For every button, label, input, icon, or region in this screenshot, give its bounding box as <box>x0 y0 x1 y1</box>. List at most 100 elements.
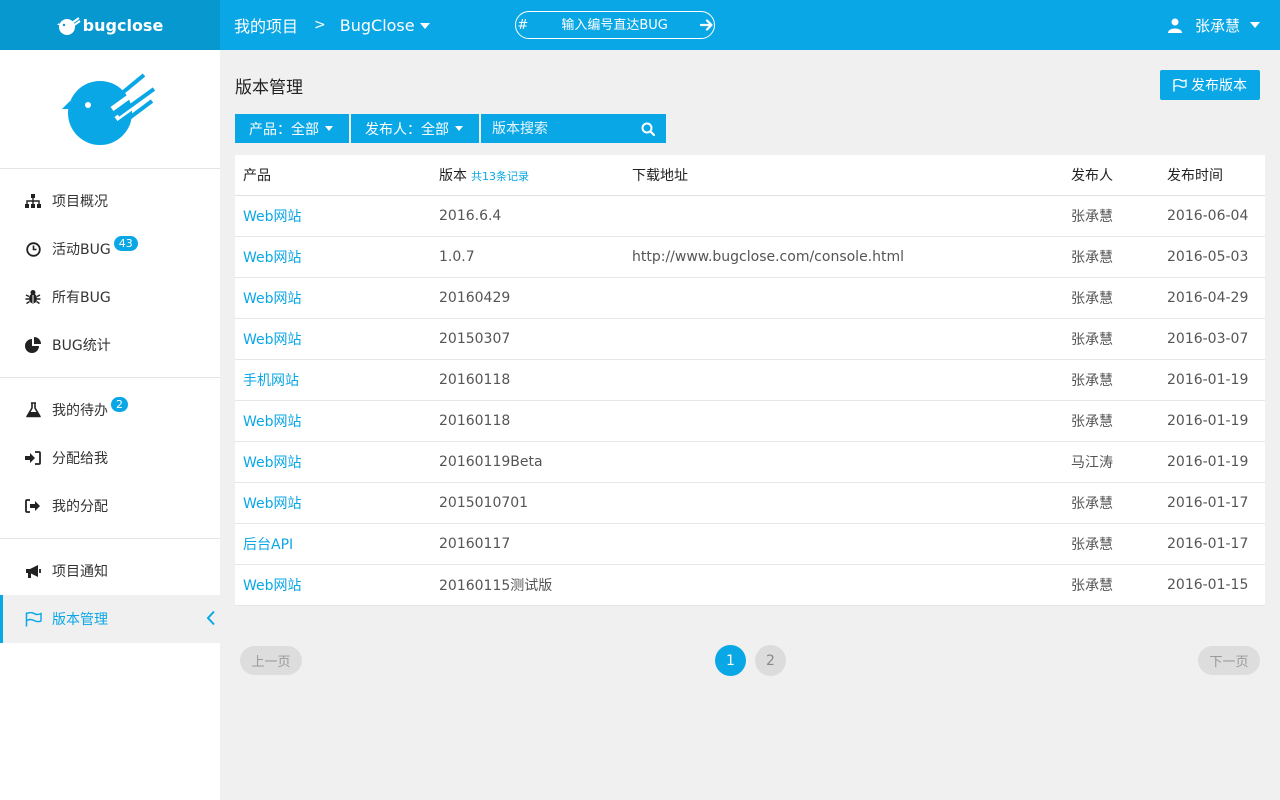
flag-icon <box>24 610 42 628</box>
table-row: 后台API 20160117 张承慧 2016-01-17 <box>235 523 1265 565</box>
cell-version: 1.0.7 <box>431 236 624 278</box>
logo-text: bugclose <box>82 15 164 35</box>
sidebar-item-overview[interactable]: 项目概况 <box>0 177 220 225</box>
product-link[interactable]: 后台API <box>243 537 293 553</box>
product-filter-label: 产品：全部 <box>249 121 319 138</box>
next-page-button[interactable]: 下一页 <box>1198 646 1260 675</box>
cell-product: Web网站 <box>235 564 431 606</box>
product-link[interactable]: Web网站 <box>243 455 302 471</box>
cell-download-url[interactable] <box>624 195 1063 237</box>
cell-version: 20160118 <box>431 400 624 442</box>
search-icon[interactable] <box>630 122 666 136</box>
cell-version: 20160119Beta <box>431 441 624 483</box>
publish-version-button[interactable]: 发布版本 <box>1160 70 1260 100</box>
bird-logo-icon <box>56 17 81 35</box>
cell-publisher: 张承慧 <box>1063 359 1159 401</box>
cell-download-url[interactable] <box>624 318 1063 360</box>
product-link[interactable]: Web网站 <box>243 414 302 430</box>
cell-download-url[interactable]: http://www.bugclose.com/console.html <box>624 236 1063 278</box>
cell-download-url[interactable] <box>624 359 1063 401</box>
product-link[interactable]: Web网站 <box>243 291 302 307</box>
breadcrumb-my-projects[interactable]: 我的项目 <box>234 13 298 37</box>
previous-page-button[interactable]: 上一页 <box>240 646 302 675</box>
version-table: 产品 版本 共13条记录 下载地址 发布人 发布时间 Web网站 2016.6.4 张… <box>235 155 1265 606</box>
version-search-box <box>481 114 666 143</box>
publisher-filter-label: 发布人：全部 <box>365 121 449 138</box>
product-link[interactable]: 手机网站 <box>243 373 299 389</box>
caret-down-icon <box>1250 22 1260 28</box>
sitemap-icon <box>24 192 42 210</box>
page-title: 版本管理 <box>235 78 303 98</box>
bullhorn-icon <box>24 562 42 580</box>
sidebar-item-label: 活动BUG <box>52 242 111 258</box>
cell-publisher: 张承慧 <box>1063 236 1159 278</box>
app-logo[interactable]: bugclose <box>0 0 220 50</box>
cell-product: 后台API <box>235 523 431 565</box>
cell-product: Web网站 <box>235 441 431 483</box>
caret-down-icon <box>325 126 333 131</box>
cell-download-url[interactable] <box>624 564 1063 606</box>
cell-product: Web网站 <box>235 277 431 319</box>
project-selector[interactable]: BugClose <box>340 16 430 35</box>
cell-publisher: 张承慧 <box>1063 523 1159 565</box>
sidebar-item-label: 项目概况 <box>52 194 108 210</box>
cell-publish-date: 2016-01-17 <box>1159 482 1265 524</box>
nav-group-bugs: 项目概况 活动BUG 43 所有BUG BUG统计 <box>0 169 220 378</box>
pie-chart-icon <box>24 336 42 354</box>
product-link[interactable]: Web网站 <box>243 209 302 225</box>
sidebar: 项目概况 活动BUG 43 所有BUG BUG统计 我的待办 2 分配给我 我的… <box>0 50 220 800</box>
sidebar-item-my-assignments[interactable]: 我的分配 <box>0 482 220 530</box>
cell-publish-date: 2016-03-07 <box>1159 318 1265 360</box>
bug-jump-input[interactable] <box>529 17 700 33</box>
cell-publisher: 张承慧 <box>1063 400 1159 442</box>
count-badge: 43 <box>113 235 138 251</box>
product-link[interactable]: Web网站 <box>243 578 302 594</box>
cell-download-url[interactable] <box>624 400 1063 442</box>
table-row: Web网站 20160115测试版 张承慧 2016-01-15 <box>235 564 1265 606</box>
caret-down-icon <box>455 126 463 131</box>
sidebar-item-version-management[interactable]: 版本管理 <box>0 595 220 643</box>
sidebar-item-assigned-to-me[interactable]: 分配给我 <box>0 434 220 482</box>
sidebar-item-label: 版本管理 <box>52 612 108 628</box>
publish-version-label: 发布版本 <box>1191 78 1247 94</box>
page-number-button[interactable]: 2 <box>755 645 786 676</box>
arrow-right-icon[interactable] <box>699 19 714 31</box>
product-filter-dropdown[interactable]: 产品：全部 <box>235 114 349 143</box>
cell-publish-date: 2016-04-29 <box>1159 277 1265 319</box>
sidebar-item-notifications[interactable]: 项目通知 <box>0 547 220 595</box>
product-link[interactable]: Web网站 <box>243 250 302 266</box>
cell-publish-date: 2016-01-17 <box>1159 523 1265 565</box>
table-row: Web网站 2016.6.4 张承慧 2016-06-04 <box>235 195 1265 237</box>
sidebar-item-label: 我的待办 <box>52 403 108 419</box>
cell-product: Web网站 <box>235 482 431 524</box>
version-search-input[interactable] <box>481 120 630 137</box>
cell-download-url[interactable] <box>624 277 1063 319</box>
cell-download-url[interactable] <box>624 441 1063 483</box>
cell-download-url[interactable] <box>624 523 1063 565</box>
column-header-download: 下载地址 <box>624 155 1063 196</box>
cell-publisher: 张承慧 <box>1063 482 1159 524</box>
cell-publisher: 张承慧 <box>1063 277 1159 319</box>
chevron-left-icon[interactable] <box>206 610 216 630</box>
product-link[interactable]: Web网站 <box>243 332 302 348</box>
bug-jump-box: # <box>515 11 715 39</box>
cell-product: Web网站 <box>235 400 431 442</box>
product-link[interactable]: Web网站 <box>243 496 302 512</box>
cell-publisher: 张承慧 <box>1063 195 1159 237</box>
bug-icon <box>24 288 42 306</box>
cell-publisher: 马江涛 <box>1063 441 1159 483</box>
column-header-date: 发布时间 <box>1159 155 1265 196</box>
page-number-button[interactable]: 1 <box>715 645 746 676</box>
column-header-publisher: 发布人 <box>1063 155 1159 196</box>
publisher-filter-dropdown[interactable]: 发布人：全部 <box>351 114 479 143</box>
table-row: 手机网站 20160118 张承慧 2016-01-19 <box>235 359 1265 401</box>
cell-download-url[interactable] <box>624 482 1063 524</box>
sidebar-item-bug-stats[interactable]: BUG统计 <box>0 321 220 369</box>
sidebar-item-my-todo[interactable]: 我的待办 2 <box>0 386 220 434</box>
user-menu[interactable]: 张承慧 <box>1167 0 1260 50</box>
project-name: BugClose <box>339 15 415 35</box>
table-row: Web网站 20150307 张承慧 2016-03-07 <box>235 318 1265 360</box>
sidebar-item-active-bugs[interactable]: 活动BUG 43 <box>0 225 220 273</box>
sidebar-item-all-bugs[interactable]: 所有BUG <box>0 273 220 321</box>
table-row: Web网站 2015010701 张承慧 2016-01-17 <box>235 482 1265 524</box>
